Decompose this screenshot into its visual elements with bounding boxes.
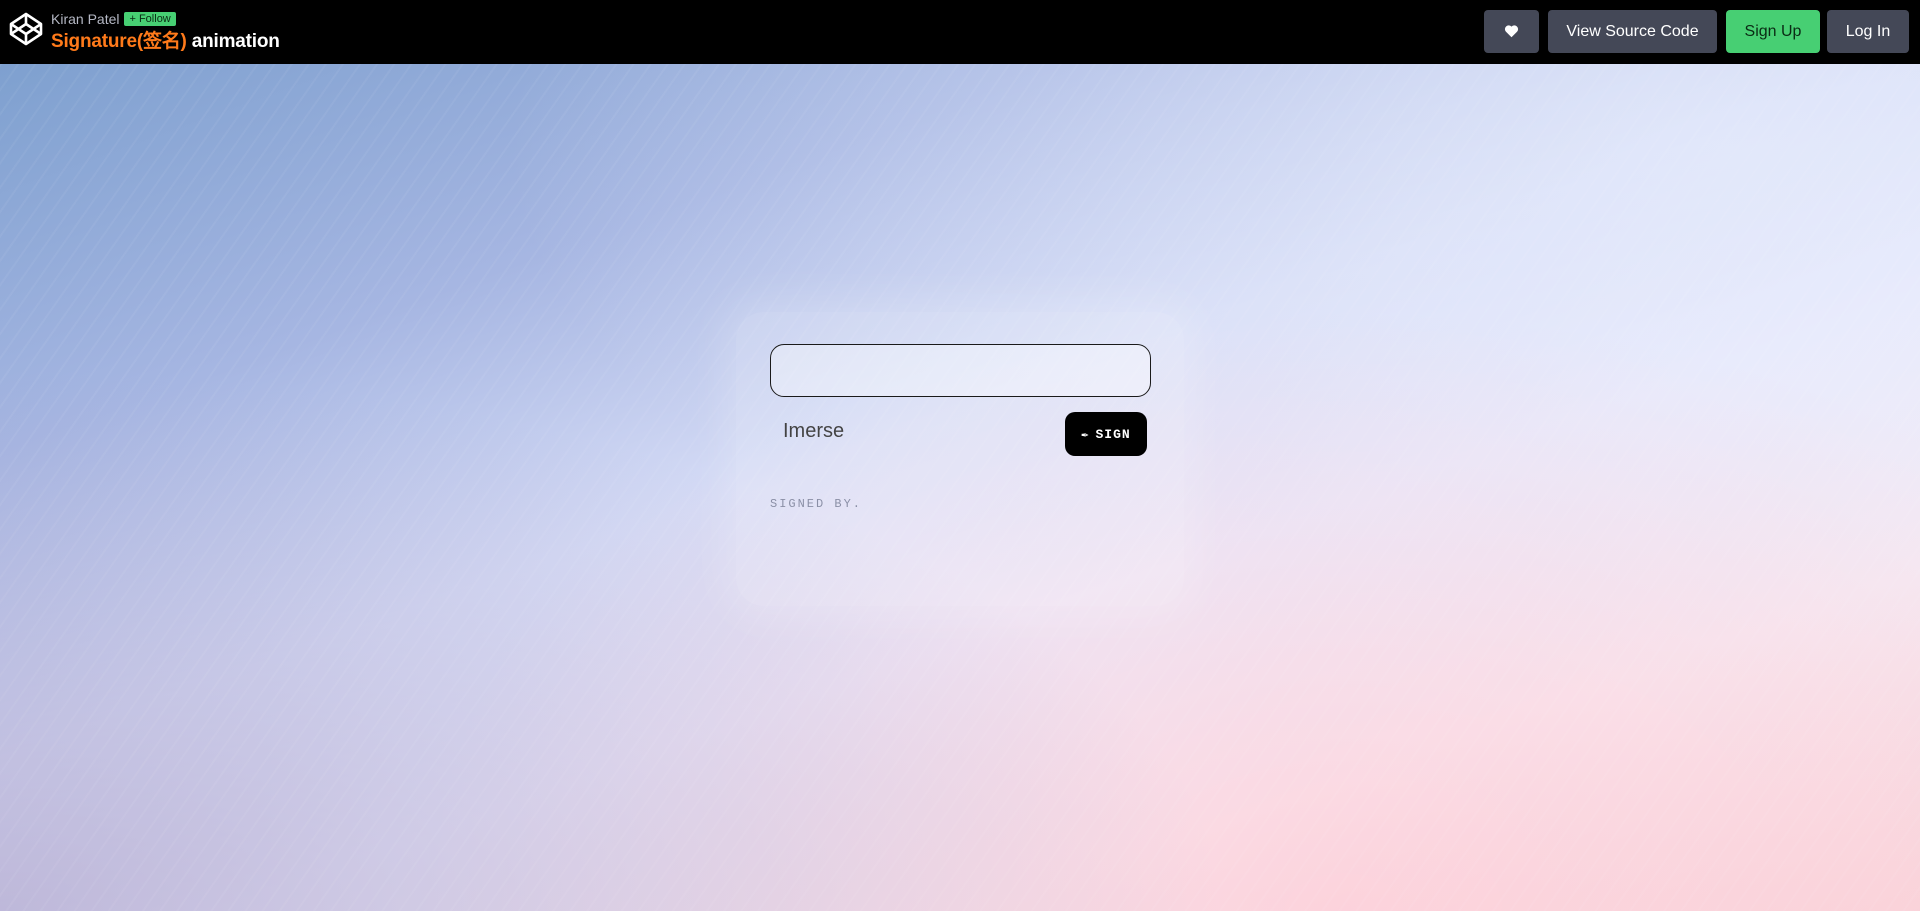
signed-by-label: SIGNED BY. (770, 497, 863, 511)
signature-input[interactable] (770, 344, 1151, 397)
top-bar: Kiran Patel + Follow Signature(签名) anima… (0, 0, 1920, 64)
signature-card (736, 312, 1184, 606)
heart-button[interactable] (1484, 10, 1539, 53)
sign-button[interactable]: ✒ SIGN (1065, 412, 1147, 456)
sign-up-button[interactable]: Sign Up (1726, 10, 1820, 53)
pen-title-main: Signature(签名) (51, 31, 187, 52)
follow-button[interactable]: + Follow (124, 12, 176, 26)
log-in-button[interactable]: Log In (1827, 10, 1909, 53)
pen-title-rest: animation (186, 31, 280, 52)
pen-title: Signature(签名) animation (51, 31, 280, 53)
codepen-logo-icon[interactable] (8, 11, 44, 47)
sign-button-label: SIGN (1095, 426, 1131, 442)
heart-icon (1504, 25, 1519, 38)
pen-meta: Kiran Patel + Follow Signature(签名) anima… (51, 10, 280, 53)
pen-icon: ✒ (1081, 427, 1090, 442)
view-source-code-button[interactable]: View Source Code (1548, 10, 1717, 53)
author-name[interactable]: Kiran Patel (51, 10, 119, 28)
